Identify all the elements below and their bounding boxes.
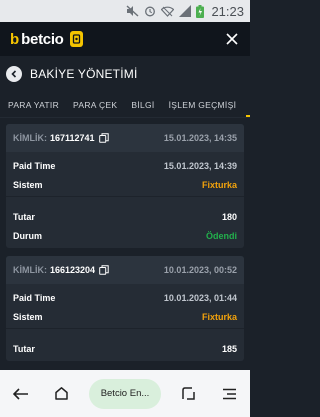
status-row: Durum Ödendi — [6, 226, 244, 245]
amount-row: Tutar 185 — [6, 339, 244, 358]
system-row: Sistem Fixturka — [6, 307, 244, 326]
app-header: b betcio — [0, 22, 250, 56]
copy-icon[interactable] — [98, 133, 109, 143]
transaction-list: KİMLİK: 167112741 15.01.2023, 14:35 Paid… — [0, 118, 250, 361]
tab-transaction-history[interactable]: İŞLEM GEÇMİŞİ — [169, 100, 237, 110]
amount-label: Tutar — [13, 343, 35, 354]
paid-time-value: 15.01.2023, 14:39 — [163, 160, 237, 171]
active-tab-indicator — [246, 115, 250, 117]
tabs-nav-button[interactable] — [174, 380, 202, 408]
divider — [6, 196, 244, 197]
transaction-date: 15.01.2023, 14:35 — [163, 133, 237, 143]
tab-deposit[interactable]: PARA YATIR — [8, 100, 59, 110]
paid-time-row: Paid Time 10.01.2023, 01:44 — [6, 288, 244, 307]
transaction-date: 10.01.2023, 00:52 — [163, 265, 237, 275]
battery-icon — [196, 4, 205, 18]
close-icon — [226, 33, 238, 45]
logo-text: betcio — [21, 30, 64, 48]
close-button[interactable] — [224, 31, 240, 47]
page-title: BAKİYE YÖNETİMİ — [30, 67, 138, 81]
paid-time-value: 10.01.2023, 01:44 — [163, 292, 237, 303]
transaction-card-body: Paid Time 15.01.2023, 14:39 Sistem Fixtu… — [6, 152, 244, 248]
arrow-left-icon — [12, 387, 28, 400]
menu-nav-button[interactable] — [215, 380, 243, 408]
mute-icon — [126, 5, 139, 17]
system-value: Fixturka — [201, 311, 237, 322]
active-app-pill[interactable]: Betcio En... — [88, 378, 162, 409]
amount-label: Tutar — [13, 211, 35, 222]
transaction-id: 166123204 — [50, 265, 96, 275]
amount-value: 180 — [221, 211, 237, 222]
logo-badge-icon — [69, 31, 83, 47]
system-label: Sistem — [13, 311, 43, 322]
menu-icon — [222, 388, 236, 399]
transaction-card: KİMLİK: 166123204 10.01.2023, 00:52 Paid… — [6, 256, 244, 361]
status-label: Durum — [13, 230, 42, 241]
status-bar: 21:23 — [0, 0, 250, 22]
amount-value: 185 — [221, 343, 237, 354]
transaction-card-header: KİMLİK: 166123204 10.01.2023, 00:52 — [6, 256, 244, 284]
alarm-icon — [145, 6, 156, 17]
balance-tabs: PARA YATIR PARA ÇEK BİLGİ İŞLEM GEÇMİŞİ — [0, 92, 250, 118]
system-row: Sistem Fixturka — [6, 175, 244, 194]
amount-row: Tutar 180 — [6, 207, 244, 226]
id-label: KİMLİK: — [13, 265, 47, 275]
home-icon — [55, 387, 68, 400]
system-value: Fixturka — [201, 179, 237, 190]
signal-icon — [179, 5, 192, 17]
transaction-card: KİMLİK: 167112741 15.01.2023, 14:35 Paid… — [6, 124, 244, 248]
status-value: Ödendi — [206, 230, 237, 241]
page-titlebar: BAKİYE YÖNETİMİ — [0, 56, 250, 92]
tab-withdraw[interactable]: PARA ÇEK — [73, 100, 117, 110]
back-nav-button[interactable] — [7, 380, 35, 408]
wifi-icon — [161, 6, 175, 17]
chevron-left-icon — [11, 70, 17, 78]
tab-info[interactable]: BİLGİ — [131, 100, 154, 110]
paid-time-row: Paid Time 15.01.2023, 14:39 — [6, 156, 244, 175]
tabs-icon — [182, 387, 195, 400]
id-label: KİMLİK: — [13, 133, 47, 143]
logo-mark: b — [10, 30, 20, 48]
system-label: Sistem — [13, 179, 43, 190]
paid-time-label: Paid Time — [13, 160, 56, 171]
back-button[interactable] — [6, 66, 22, 82]
transaction-id: 167112741 — [50, 133, 95, 143]
divider — [6, 328, 244, 329]
copy-icon[interactable] — [99, 265, 109, 275]
paid-time-label: Paid Time — [13, 292, 56, 303]
transaction-card-body: Paid Time 10.01.2023, 01:44 Sistem Fixtu… — [6, 284, 244, 361]
transaction-card-header: KİMLİK: 167112741 15.01.2023, 14:35 — [6, 124, 244, 152]
home-nav-button[interactable] — [48, 380, 76, 408]
clock: 21:23 — [211, 3, 244, 19]
betcio-logo[interactable]: b betcio — [10, 31, 83, 48]
system-nav-bar: Betcio En... — [0, 370, 250, 417]
